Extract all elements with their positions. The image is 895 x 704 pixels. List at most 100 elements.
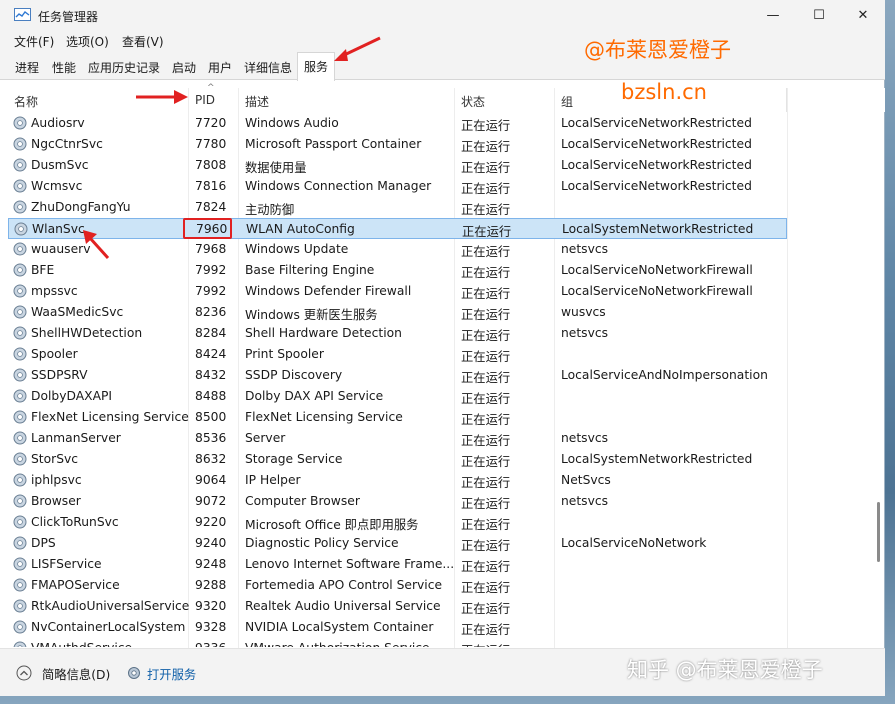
service-description: Windows Connection Manager: [245, 179, 432, 193]
tab-processes[interactable]: 进程: [15, 57, 39, 80]
service-row[interactable]: BFE 7992 Base Filtering Engine 正在运行 LocalSer…: [8, 260, 787, 281]
service-pid: 8432: [195, 368, 227, 382]
service-status: 正在运行: [461, 392, 511, 406]
service-status: 正在运行: [461, 455, 511, 469]
service-row[interactable]: Audiosrv 7720 Windows Audio 正在运行 LocalServic…: [8, 113, 787, 134]
service-group: LocalServiceAndNoImpersonation: [561, 368, 768, 382]
maximize-button[interactable]: ☐: [796, 0, 842, 30]
service-gear-icon: [13, 389, 27, 403]
menu-view[interactable]: 查看(V): [122, 33, 164, 50]
service-pid: 7808: [195, 158, 227, 172]
sort-ascending-icon: ^: [207, 83, 215, 93]
column-pid[interactable]: PID: [195, 88, 239, 112]
service-row[interactable]: StorSvc 8632 Storage Service 正在运行 LocalSyste…: [8, 449, 787, 470]
service-row[interactable]: Wcmsvc 7816 Windows Connection Manager 正在运行…: [8, 176, 787, 197]
service-description: Realtek Audio Universal Service: [245, 599, 441, 613]
service-row[interactable]: Browser 9072 Computer Browser 正在运行 netsvcs: [8, 491, 787, 512]
service-row[interactable]: LISFService 9248 Lenovo Internet Software …: [8, 554, 787, 575]
service-row[interactable]: iphlpsvc 9064 IP Helper 正在运行 NetSvcs: [8, 470, 787, 491]
service-pid: 7720: [195, 116, 227, 130]
service-row[interactable]: NvContainerLocalSystem 9328 NVIDIA LocalSy…: [8, 617, 787, 638]
service-pid: 8424: [195, 347, 227, 361]
vertical-scrollbar[interactable]: [874, 113, 882, 647]
service-pid: 9320: [195, 599, 227, 613]
service-row[interactable]: mpssvc 7992 Windows Defender Firewall 正在运行 L…: [8, 281, 787, 302]
service-status: 正在运行: [461, 476, 511, 490]
menu-options[interactable]: 选项(O): [66, 33, 109, 50]
service-status: 正在运行: [461, 119, 511, 133]
service-row[interactable]: ClickToRunSvc 9220 Microsoft Office 即点即用服务…: [8, 512, 787, 533]
service-status: 正在运行: [461, 287, 511, 301]
service-gear-icon: [13, 263, 27, 277]
service-description: Base Filtering Engine: [245, 263, 375, 277]
service-pid: 8236: [195, 305, 227, 319]
service-row[interactable]: NgcCtnrSvc 7780 Microsoft Passport Contain…: [8, 134, 787, 155]
service-description: SSDP Discovery: [245, 368, 343, 382]
column-status[interactable]: 状态: [461, 88, 555, 112]
service-pid: 9240: [195, 536, 227, 550]
service-gear-icon: [13, 305, 27, 319]
service-description: IP Helper: [245, 473, 301, 487]
service-row[interactable]: Spooler 8424 Print Spooler 正在运行: [8, 344, 787, 365]
service-row[interactable]: DPS 9240 Diagnostic Policy Service 正在运行 Loca…: [8, 533, 787, 554]
service-status: 正在运行: [461, 203, 511, 217]
tab-app-history[interactable]: 应用历史记录: [88, 57, 160, 80]
service-row[interactable]: WaaSMedicSvc 8236 Windows 更新医生服务 正在运行 wusvcs: [8, 302, 787, 323]
service-gear-icon: [13, 347, 27, 361]
service-row[interactable]: WlanSvc 7960 WLAN AutoConfig 正在运行 LocalSyste…: [8, 218, 787, 239]
service-description: Print Spooler: [245, 347, 324, 361]
tab-performance[interactable]: 性能: [52, 57, 76, 80]
service-gear-icon: [13, 200, 27, 214]
service-pid: 9248: [195, 557, 227, 571]
open-services-label: 打开服务: [147, 668, 197, 682]
red-arrow-icon: [83, 230, 110, 260]
service-name: ClickToRunSvc: [31, 515, 119, 529]
maximize-icon: ☐: [813, 7, 825, 23]
service-gear-icon: [13, 410, 27, 424]
service-row[interactable]: FlexNet Licensing Service 8500 FlexNet Lic…: [8, 407, 787, 428]
close-button[interactable]: ✕: [840, 0, 886, 30]
service-status: 正在运行: [461, 245, 511, 259]
column-description[interactable]: 描述: [245, 88, 455, 112]
service-row[interactable]: FMAPOService 9288 Fortemedia APO Control S…: [8, 575, 787, 596]
service-pid: 9220: [195, 515, 227, 529]
service-status: 正在运行: [461, 371, 511, 385]
service-pid: 9064: [195, 473, 227, 487]
service-row[interactable]: wuauserv 7968 Windows Update 正在运行 netsvcs: [8, 239, 787, 260]
service-row[interactable]: ShellHWDetection 8284 Shell Hardware Detec…: [8, 323, 787, 344]
service-status: 正在运行: [461, 641, 510, 647]
service-status: 正在运行: [461, 497, 511, 511]
service-status: 正在运行: [461, 581, 511, 595]
service-name: DPS: [31, 536, 56, 550]
tab-users[interactable]: 用户: [208, 57, 232, 80]
service-row[interactable]: SSDPSRV 8432 SSDP Discovery 正在运行 LocalServic…: [8, 365, 787, 386]
service-gear-icon: [13, 599, 27, 613]
service-name: DusmSvc: [31, 158, 89, 172]
open-services-link[interactable]: 打开服务: [126, 663, 216, 683]
service-description: Windows Update: [245, 242, 349, 256]
service-row[interactable]: RtkAudioUniversalService 9320 Realtek Audi…: [8, 596, 787, 617]
service-status: 正在运行: [461, 140, 511, 154]
red-arrow-icon: [334, 36, 381, 61]
services-gear-icon: [128, 667, 140, 679]
service-status: 正在运行: [461, 308, 511, 322]
service-description: Windows Defender Firewall: [245, 284, 412, 298]
service-group: netsvcs: [561, 494, 609, 508]
service-description: FlexNet Licensing Service: [245, 410, 403, 424]
minimize-button[interactable]: —: [750, 0, 796, 30]
service-row[interactable]: DusmSvc 7808 数据使用量 正在运行 LocalServiceNetworkR…: [8, 155, 787, 176]
tab-startup[interactable]: 启动: [172, 57, 196, 80]
service-pid: 7816: [195, 179, 227, 193]
service-pid: 7992: [195, 263, 227, 277]
service-row[interactable]: DolbyDAXAPI 8488 Dolby DAX API Service 正在运行: [8, 386, 787, 407]
service-row[interactable]: VMAuthdService 9336 VMware Authorization S…: [8, 638, 787, 647]
service-row[interactable]: LanmanServer 8536 Server 正在运行 netsvcs: [8, 428, 787, 449]
tab-details[interactable]: 详细信息: [244, 57, 292, 80]
window-title: 任务管理器: [38, 10, 99, 24]
service-gear-icon: [13, 116, 27, 130]
service-pid: 9328: [195, 620, 227, 634]
menu-file[interactable]: 文件(F): [14, 33, 54, 50]
service-status: 正在运行: [461, 434, 511, 448]
service-row[interactable]: ZhuDongFangYu 7824 主动防御 正在运行: [8, 197, 787, 218]
scrollbar-thumb[interactable]: [877, 502, 880, 562]
